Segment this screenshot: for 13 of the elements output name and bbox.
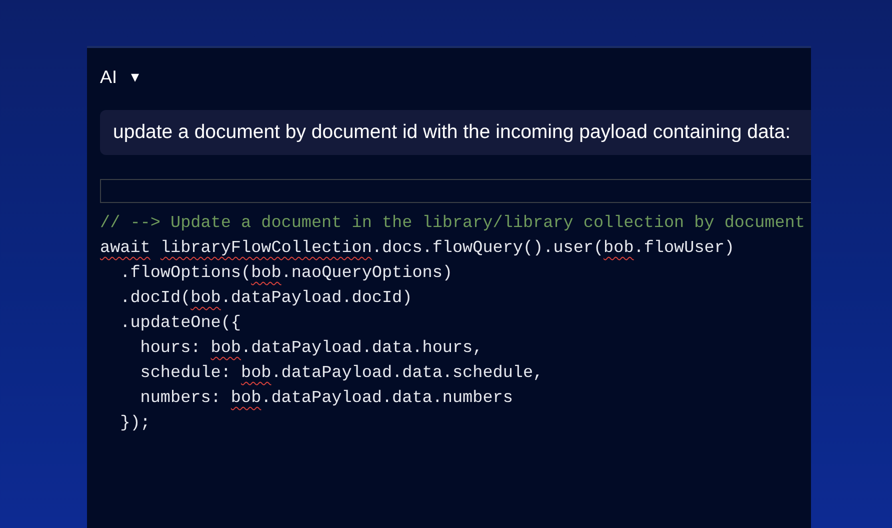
input-field[interactable] xyxy=(100,179,811,203)
dropdown-caret[interactable]: ▾ xyxy=(131,67,140,87)
code-line: .flowOptions(bob.naoQueryOptions) xyxy=(119,263,454,285)
code-line: }); xyxy=(119,413,152,435)
code-comment: // --> Update a document in the library/library collection by document xyxy=(100,213,806,235)
model-label: AI xyxy=(100,66,118,88)
code-line: schedule: bob.dataPayload.data.schedule, xyxy=(139,363,544,385)
code-line: await libraryFlowCollection.docs.flowQuery().user(bob.flowUser) xyxy=(100,238,736,260)
prompt-text: update a document by document id with the incoming payload containing data: xyxy=(100,110,811,155)
code-line: .updateOne({ xyxy=(119,313,242,335)
code-line: hours: bob.dataPayload.data.hours, xyxy=(139,338,484,360)
code-line: numbers: bob.dataPayload.data.numbers xyxy=(139,388,514,410)
code-line: .docId(bob.dataPayload.docId) xyxy=(119,288,414,310)
